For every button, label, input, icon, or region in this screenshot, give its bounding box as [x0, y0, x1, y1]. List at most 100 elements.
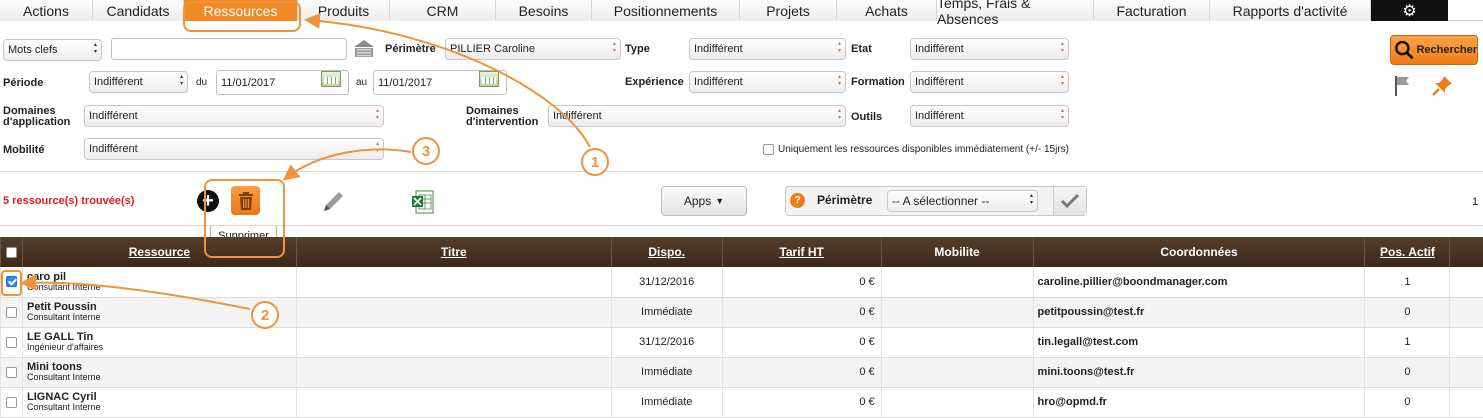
mobilite-select[interactable]: Indifférent [84, 138, 384, 160]
caret-down-icon: ▼ [715, 196, 725, 206]
table-row[interactable]: Petit Poussin Consultant Interne Immédiate… [0, 297, 1483, 328]
row-checkbox[interactable] [5, 396, 17, 408]
periode-select[interactable]: Indifférent [89, 71, 188, 93]
extra-cell [1449, 267, 1483, 298]
tab-projets[interactable]: Projets [740, 0, 837, 21]
domaines-application-select[interactable]: Indifférent [84, 105, 384, 127]
extra-cell [1449, 357, 1483, 388]
resource-role: Consultant Interne [26, 402, 101, 412]
domaines-int-label: Domaines d'intervention [466, 105, 539, 128]
col-coordonnees: Coordonnées [1032, 237, 1365, 267]
tab-produits[interactable]: Produits [298, 0, 390, 21]
mobilite-label: Mobilité [3, 144, 45, 156]
titre-cell [295, 327, 612, 358]
titre-cell [295, 297, 612, 328]
outils-label: Outils [851, 111, 883, 123]
du-label: du [196, 77, 208, 88]
tab-crm[interactable]: CRM [390, 0, 496, 21]
titre-cell [295, 357, 612, 388]
resource-cell[interactable]: Mini toons Consultant Interne [21, 357, 297, 388]
col-pos-actif[interactable]: Pos. Actif [1364, 237, 1450, 267]
keyword-input[interactable] [111, 38, 347, 60]
resource-cell[interactable]: caro pil Consultant Interne [21, 267, 297, 298]
row-checkbox[interactable] [5, 306, 17, 318]
row-select-cell [0, 357, 23, 388]
table-row[interactable]: caro pil Consultant Interne 31/12/2016 0 € c… [0, 267, 1483, 298]
table-row[interactable]: LE GALL Tin Ingénieur d'affaires 31/12/201… [0, 327, 1483, 358]
tab-facturation[interactable]: Facturation [1094, 0, 1210, 21]
tarif-cell: 0 € [721, 387, 882, 418]
au-label: au [356, 77, 368, 88]
outils-select[interactable]: Indifférent [910, 105, 1069, 127]
row-checkbox[interactable] [5, 366, 17, 378]
row-checkbox[interactable] [5, 336, 17, 348]
formation-label: Formation [851, 76, 905, 88]
resource-role: Ingénieur d'affaires [26, 342, 104, 352]
tab-besoins[interactable]: Besoins [496, 0, 592, 21]
apps-button[interactable]: Apps ▼ [661, 186, 747, 216]
formation-select[interactable]: Indifférent [910, 71, 1069, 93]
experience-select[interactable]: Indifférent [689, 71, 846, 93]
tab-temps-frais-absences[interactable]: Temps, Frais & Absences [937, 0, 1094, 27]
calendar-icon[interactable] [479, 71, 499, 87]
tarif-cell: 0 € [721, 297, 882, 328]
keyword-type-select[interactable]: Mots clefs [3, 39, 102, 61]
dispo-checkbox[interactable] [763, 144, 774, 155]
checkmark-icon [1060, 193, 1080, 209]
row-select-cell [0, 387, 23, 418]
tab-achats[interactable]: Achats [837, 0, 937, 21]
domaines-intervention-select[interactable]: Indifférent [548, 105, 846, 127]
settings-button[interactable]: ⚙ [1371, 0, 1448, 21]
flag-icon[interactable] [1393, 75, 1411, 97]
pos-actif-cell: 0 [1364, 357, 1450, 388]
email-cell[interactable]: caroline.pillier@boondmanager.com [1032, 267, 1365, 298]
perimetre-filter-select[interactable]: -- A sélectionner -- [887, 190, 1038, 212]
type-select[interactable]: Indifférent [689, 38, 846, 60]
email-cell[interactable]: tin.legall@test.com [1032, 327, 1365, 358]
step-3-callout: 3 [412, 137, 440, 165]
excel-export-icon[interactable] [411, 189, 435, 215]
apply-button[interactable] [1053, 187, 1086, 215]
extra-cell [1449, 327, 1483, 358]
etat-select[interactable]: Indifférent [910, 38, 1069, 60]
mobilite-cell [880, 387, 1034, 418]
gear-icon: ⚙ [1402, 2, 1417, 20]
email-cell[interactable]: petitpoussin@test.fr [1032, 297, 1365, 328]
etat-label: Etat [851, 43, 872, 55]
pos-actif-cell: 0 [1364, 297, 1450, 328]
search-button[interactable]: Rechercher [1390, 35, 1478, 65]
tab-rapports-activite[interactable]: Rapports d'activité [1210, 0, 1371, 21]
edit-pencil-icon[interactable] [320, 189, 346, 215]
resource-cell[interactable]: LIGNAC Cyril Consultant Interne [21, 387, 297, 418]
col-extra [1449, 237, 1483, 267]
table-row[interactable]: LIGNAC Cyril Consultant Interne Immédiate 0… [0, 387, 1483, 418]
tab-candidats[interactable]: Candidats [93, 0, 184, 21]
search-button-label: Rechercher [1416, 44, 1477, 56]
result-count: 5 ressource(s) trouvée(s) [3, 195, 135, 207]
tab-positionnements[interactable]: Positionnements [592, 0, 740, 21]
email-cell[interactable]: mini.toons@test.fr [1032, 357, 1365, 388]
col-tarif[interactable]: Tarif HT [721, 237, 882, 267]
dispo-cell: Immédiate [610, 357, 723, 388]
extra-cell [1449, 387, 1483, 418]
perimetre-select[interactable]: PILLIER Caroline [445, 38, 621, 60]
dispo-cell: 31/12/2016 [610, 327, 723, 358]
step-2-callout: 2 [251, 301, 279, 329]
col-dispo[interactable]: Dispo. [610, 237, 723, 267]
pin-icon[interactable] [1430, 74, 1454, 98]
calendar-icon[interactable] [321, 71, 341, 87]
col-titre[interactable]: Titre [295, 237, 612, 267]
row-select-cell [0, 297, 23, 328]
resource-cell[interactable]: LE GALL Tin Ingénieur d'affaires [21, 327, 297, 358]
help-icon[interactable]: ? [790, 193, 805, 208]
select-all-checkbox[interactable] [5, 247, 17, 259]
dispo-cell: 31/12/2016 [610, 267, 723, 298]
archive-icon[interactable] [353, 39, 375, 58]
tarif-cell: 0 € [721, 357, 882, 388]
perimetre-filter-label: Périmètre [817, 193, 873, 207]
table-row[interactable]: Mini toons Consultant Interne Immédiate 0 €… [0, 357, 1483, 388]
domaines-app-label: Domaines d'application [3, 105, 71, 128]
pos-actif-cell: 0 [1364, 387, 1450, 418]
tab-actions[interactable]: Actions [0, 0, 93, 21]
email-cell[interactable]: hro@opmd.fr [1032, 387, 1365, 418]
